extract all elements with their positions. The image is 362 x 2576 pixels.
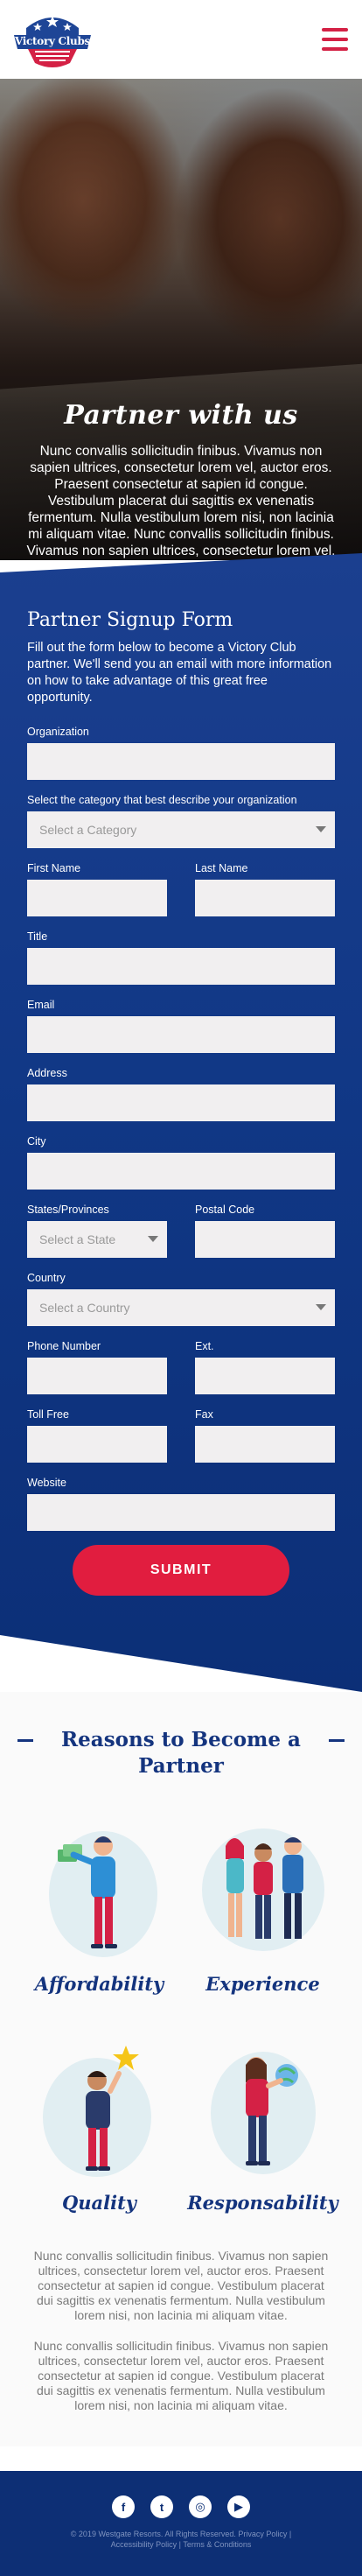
title-label: Title [27, 930, 48, 943]
ext-label: Ext. [195, 1340, 214, 1352]
reason-card-affordability: Affordability [23, 1811, 176, 1995]
form-intro: Fill out the form below to become a Vict… [27, 641, 332, 705]
city-label: City [27, 1135, 46, 1148]
website-label: Website [27, 1477, 66, 1489]
menu-line-icon [322, 28, 348, 32]
reason-card-experience: Experience [186, 1811, 339, 1995]
category-placeholder: Select a Category [39, 823, 137, 837]
person-with-globe-icon [186, 2030, 339, 2183]
title-dash-left [17, 1739, 34, 1742]
hero-text: Nunc convallis sollicitudin finibus. Viv… [26, 444, 336, 558]
menu-line-icon [322, 38, 348, 41]
first-name-label: First Name [27, 862, 81, 874]
footer-legal-text[interactable]: © 2019 Westgate Resorts. All Rights Rese… [0, 2529, 362, 2550]
toll-free-input[interactable] [27, 1426, 167, 1463]
submit-button[interactable]: SUBMIT [73, 1545, 289, 1596]
person-with-star-icon [23, 2030, 176, 2183]
city-input[interactable] [27, 1153, 335, 1190]
victory-clubs-logo[interactable]: Victory Clubs [9, 9, 96, 70]
fax-label: Fax [195, 1408, 213, 1421]
caret-down-icon [316, 1304, 326, 1310]
state-placeholder: Select a State [39, 1232, 116, 1246]
card-label: Experience [205, 1973, 320, 1995]
phone-input[interactable] [27, 1358, 167, 1394]
country-select[interactable]: Select a Country [27, 1289, 335, 1326]
hero-title: Partner with us [64, 400, 298, 431]
hero-section: Partner with us Nunc convallis sollicitu… [0, 79, 362, 560]
hero-content: Partner with us Nunc convallis sollicitu… [0, 400, 362, 560]
reasons-paragraph: Nunc convallis sollicitudin finibus. Viv… [33, 2339, 329, 2412]
category-label: Select the category that best describe y… [27, 794, 297, 806]
card-label: Quality [61, 2192, 137, 2214]
form-title: Partner Signup Form [27, 609, 233, 631]
menu-line-icon [322, 47, 348, 51]
site-header: Victory Clubs [0, 0, 362, 79]
email-input[interactable] [27, 1016, 335, 1053]
fax-input[interactable] [195, 1426, 335, 1463]
category-select[interactable]: Select a Category [27, 811, 335, 848]
phone-label: Phone Number [27, 1340, 101, 1352]
reasons-section: Reasons to Become a Partner Affordabilit… [0, 1692, 362, 2446]
card-label: Affordability [34, 1973, 164, 1995]
card-label: Responsability [187, 2192, 338, 2214]
address-input[interactable] [27, 1084, 335, 1121]
caret-down-icon [148, 1236, 158, 1242]
country-placeholder: Select a Country [39, 1301, 130, 1315]
social-links: f t ◎ ▶ [0, 2495, 362, 2518]
website-input[interactable] [27, 1494, 335, 1531]
last-name-label: Last Name [195, 862, 248, 874]
signup-form-section: Partner Signup Form Fill out the form be… [0, 553, 362, 1692]
state-select[interactable]: Select a State [27, 1221, 167, 1258]
title-input[interactable] [27, 948, 335, 985]
person-with-money-icon [23, 1811, 176, 1964]
postal-code-input[interactable] [195, 1221, 335, 1258]
toll-free-label: Toll Free [27, 1408, 69, 1421]
state-label: States/Provinces [27, 1204, 109, 1216]
reason-card-quality: Quality [23, 2030, 176, 2214]
youtube-icon[interactable]: ▶ [227, 2495, 250, 2518]
country-label: Country [27, 1272, 66, 1284]
logo-text: Victory Clubs [14, 35, 91, 47]
address-label: Address [27, 1067, 67, 1079]
facebook-icon[interactable]: f [112, 2495, 135, 2518]
reasons-title: Reasons to Become a Partner [17, 1727, 345, 1779]
organization-label: Organization [27, 726, 89, 738]
title-dash-right [328, 1739, 345, 1742]
site-footer: f t ◎ ▶ © 2019 Westgate Resorts. All Rig… [0, 2471, 362, 2576]
instagram-icon[interactable]: ◎ [189, 2495, 212, 2518]
reason-card-responsability: Responsability [186, 2030, 339, 2214]
ext-input[interactable] [195, 1358, 335, 1394]
group-of-people-icon [186, 1811, 339, 1964]
email-label: Email [27, 999, 55, 1011]
reasons-paragraph: Nunc convallis sollicitudin finibus. Viv… [33, 2249, 329, 2322]
organization-input[interactable] [27, 743, 335, 780]
twitter-icon[interactable]: t [150, 2495, 173, 2518]
postal-code-label: Postal Code [195, 1204, 255, 1216]
first-name-input[interactable] [27, 880, 167, 916]
menu-button[interactable] [322, 28, 348, 51]
caret-down-icon [316, 826, 326, 832]
last-name-input[interactable] [195, 880, 335, 916]
